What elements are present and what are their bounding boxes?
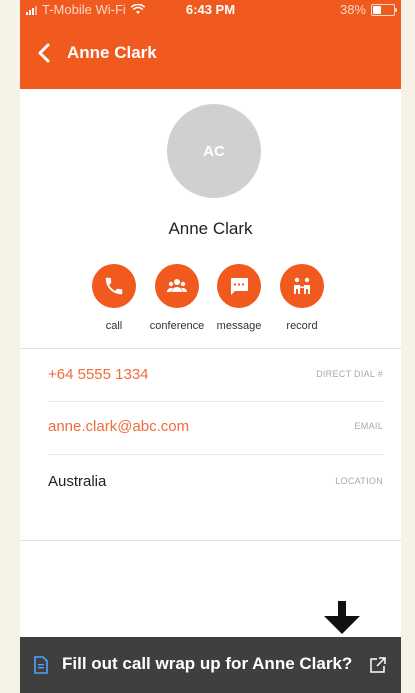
chevron-left-icon[interactable] (34, 42, 56, 64)
group-icon (155, 264, 199, 308)
phone-icon (92, 264, 136, 308)
row-divider (48, 401, 383, 402)
chat-icon (217, 264, 261, 308)
record-label: record (286, 320, 318, 332)
location-label: LOCATION (335, 476, 383, 486)
external-link-icon[interactable] (369, 656, 387, 674)
detail-row-phone[interactable]: +64 5555 1334 DIRECT DIAL # (48, 366, 383, 390)
section-divider (20, 348, 401, 349)
phone-label: DIRECT DIAL # (316, 369, 383, 379)
document-icon (34, 656, 48, 674)
banner-text[interactable]: Fill out call wrap up for Anne Clark? (62, 654, 352, 674)
contact-name: Anne Clark (168, 219, 253, 238)
battery-percent: 38% (339, 2, 366, 17)
down-arrow-icon (324, 601, 360, 634)
location-value: Australia (48, 473, 107, 490)
record-button[interactable]: record (262, 264, 342, 332)
action-bar: call conference message record (20, 264, 401, 334)
avatar-initials: AC (203, 142, 225, 160)
page-title: Anne Clark (67, 43, 157, 62)
detail-row-location: Australia LOCATION (48, 473, 383, 497)
row-divider (48, 454, 383, 455)
call-wrap-up-banner[interactable]: Fill out call wrap up for Anne Clark? (20, 637, 401, 693)
avatar: AC (167, 104, 261, 198)
record-icon (280, 264, 324, 308)
nav-bar: Anne Clark (20, 20, 401, 89)
status-bar: T-Mobile Wi-Fi 6:43 PM 38% (20, 0, 401, 20)
status-right: 38% (339, 2, 397, 17)
email-label: EMAIL (354, 421, 383, 431)
battery-icon (371, 3, 397, 16)
phone-screen: T-Mobile Wi-Fi 6:43 PM 38% Anne Clark AC… (20, 0, 401, 693)
section-divider (20, 540, 401, 541)
detail-row-email[interactable]: anne.clark@abc.com EMAIL (48, 418, 383, 442)
email-address[interactable]: anne.clark@abc.com (48, 418, 189, 435)
phone-number[interactable]: +64 5555 1334 (48, 366, 149, 383)
